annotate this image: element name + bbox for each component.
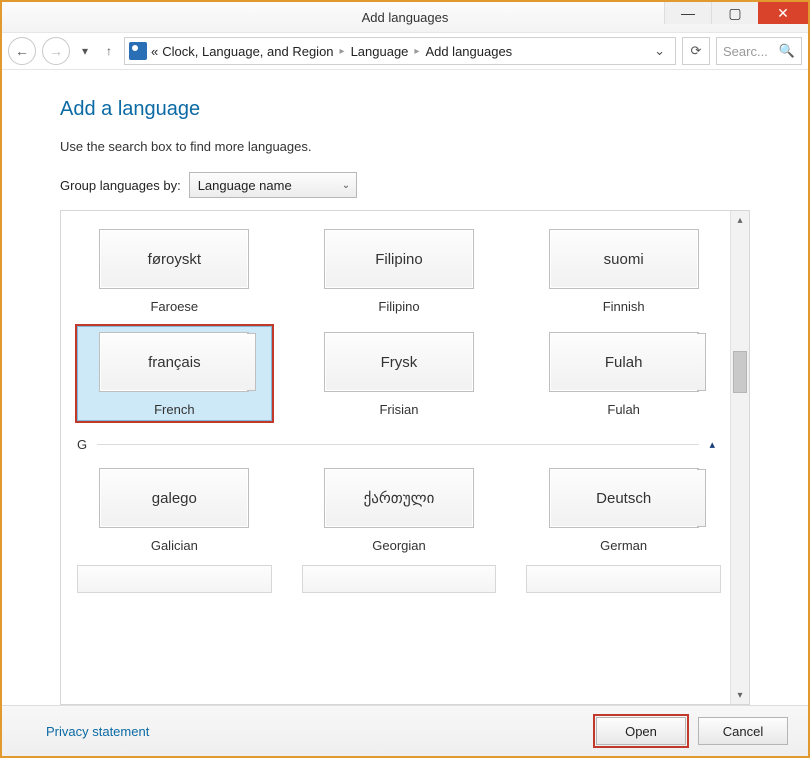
- minimize-button[interactable]: —: [664, 2, 711, 24]
- language-label: Finnish: [603, 299, 645, 314]
- language-tile: galego: [99, 468, 249, 528]
- scroll-track[interactable]: [731, 229, 749, 686]
- language-tile: suomi: [549, 229, 699, 289]
- privacy-statement-link[interactable]: Privacy statement: [46, 724, 149, 739]
- content-area: Add a language Use the search box to fin…: [2, 70, 808, 756]
- language-tile: Fulah: [549, 332, 699, 392]
- language-label: Georgian: [372, 538, 425, 553]
- language-item-german[interactable]: Deutsch German: [526, 462, 721, 557]
- breadcrumb-segment[interactable]: Add languages: [425, 44, 512, 59]
- group-by-label: Group languages by:: [60, 178, 181, 193]
- page-hint: Use the search box to find more language…: [60, 139, 750, 154]
- back-button[interactable]: ←: [8, 37, 36, 65]
- language-tile: français: [99, 332, 249, 392]
- footer: Privacy statement Open Cancel: [2, 705, 808, 756]
- language-item-galician[interactable]: galego Galician: [77, 462, 272, 557]
- section-letter: G: [77, 437, 87, 452]
- open-button[interactable]: Open: [596, 717, 686, 745]
- language-list-panel: føroyskt Faroese Filipino Filipino suomi…: [60, 210, 750, 705]
- search-placeholder: Searc...: [723, 44, 768, 59]
- search-icon: 🔍: [779, 43, 795, 59]
- group-by-value: Language name: [198, 178, 292, 193]
- language-label: Filipino: [378, 299, 419, 314]
- nav-row: ← → ▾ ↑ « Clock, Language, and Region ▸ …: [2, 33, 808, 70]
- language-label: Fulah: [607, 402, 640, 417]
- breadcrumb-segment[interactable]: Language: [351, 44, 409, 59]
- language-tile: føroyskt: [99, 229, 249, 289]
- chevron-right-icon[interactable]: ▸: [338, 46, 347, 57]
- language-label: French: [154, 402, 194, 417]
- language-item-filipino[interactable]: Filipino Filipino: [302, 223, 497, 318]
- language-item-partial[interactable]: [302, 565, 497, 593]
- add-languages-window: Add languages — ▢ ✕ ← → ▾ ↑ « Clock, Lan…: [0, 0, 810, 758]
- recent-locations-button[interactable]: ▾: [76, 44, 94, 58]
- vertical-scrollbar[interactable]: ▴ ▾: [730, 211, 749, 704]
- language-item-georgian[interactable]: ქართული Georgian: [302, 462, 497, 557]
- page-title: Add a language: [60, 98, 750, 121]
- titlebar: Add languages — ▢ ✕: [2, 2, 808, 33]
- group-by-select[interactable]: Language name ⌄: [189, 172, 357, 198]
- language-item-partial[interactable]: [526, 565, 721, 593]
- cancel-button[interactable]: Cancel: [698, 717, 788, 745]
- group-by-row: Group languages by: Language name ⌄: [60, 172, 750, 198]
- language-tile: Frysk: [324, 332, 474, 392]
- breadcrumb-segment[interactable]: Clock, Language, and Region: [162, 44, 333, 59]
- window-buttons: — ▢ ✕: [664, 2, 808, 32]
- scroll-thumb[interactable]: [733, 351, 747, 393]
- language-label: Faroese: [150, 299, 198, 314]
- language-label: Galician: [151, 538, 198, 553]
- maximize-button[interactable]: ▢: [711, 2, 758, 24]
- language-tile: ქართული: [324, 468, 474, 528]
- control-panel-icon: [129, 42, 147, 60]
- search-input[interactable]: Searc... 🔍: [716, 37, 802, 65]
- language-tile: Filipino: [324, 229, 474, 289]
- refresh-button[interactable]: ⟳: [682, 37, 710, 65]
- language-item-faroese[interactable]: føroyskt Faroese: [77, 223, 272, 318]
- chevron-right-icon[interactable]: ▸: [412, 46, 421, 57]
- language-item-frisian[interactable]: Frysk Frisian: [302, 326, 497, 421]
- section-divider: [97, 444, 699, 445]
- address-dropdown-button[interactable]: ⌄: [648, 43, 671, 59]
- collapse-icon[interactable]: ▴: [709, 438, 721, 451]
- language-label: German: [600, 538, 647, 553]
- language-tile: Deutsch: [549, 468, 699, 528]
- language-list: føroyskt Faroese Filipino Filipino suomi…: [61, 211, 731, 704]
- breadcrumb-ellipsis[interactable]: «: [151, 44, 158, 59]
- close-button[interactable]: ✕: [758, 2, 808, 24]
- language-label: Frisian: [379, 402, 418, 417]
- scroll-down-button[interactable]: ▾: [731, 686, 749, 704]
- language-item-french[interactable]: français French: [77, 326, 272, 421]
- address-bar[interactable]: « Clock, Language, and Region ▸ Language…: [124, 37, 676, 65]
- language-item-fulah[interactable]: Fulah Fulah: [526, 326, 721, 421]
- language-item-partial[interactable]: [77, 565, 272, 593]
- chevron-down-icon: ⌄: [342, 180, 350, 191]
- forward-button[interactable]: →: [42, 37, 70, 65]
- section-header-g[interactable]: G ▴: [77, 437, 721, 452]
- language-item-finnish[interactable]: suomi Finnish: [526, 223, 721, 318]
- scroll-up-button[interactable]: ▴: [731, 211, 749, 229]
- up-button[interactable]: ↑: [100, 44, 118, 58]
